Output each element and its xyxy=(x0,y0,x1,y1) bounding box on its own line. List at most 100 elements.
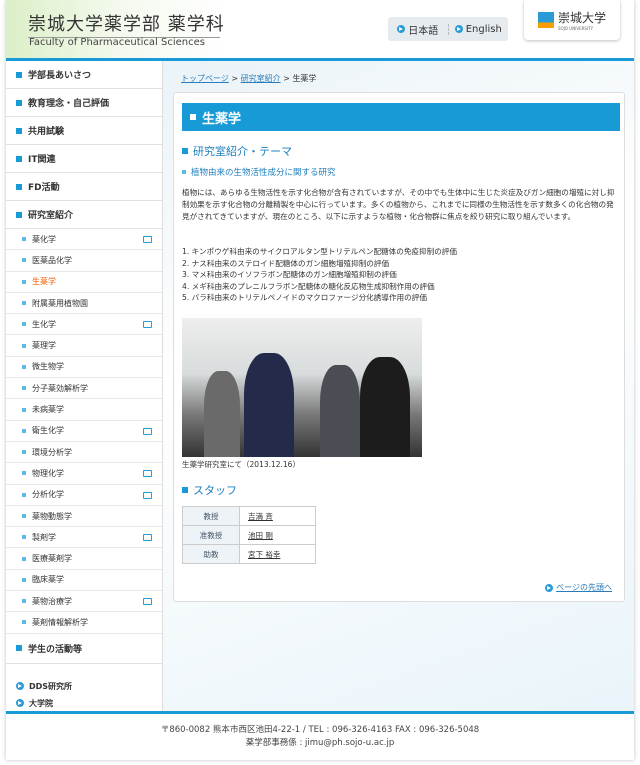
sidebar-subitem[interactable]: 環境分析学 xyxy=(6,442,162,464)
subitem-label: 薬理学 xyxy=(32,341,56,351)
site-title[interactable]: 崇城大学薬学部 薬学科 xyxy=(28,10,224,38)
sidebar-item[interactable]: 教育理念・自己評価 xyxy=(6,89,162,117)
subitem-label: 衛生化学 xyxy=(32,426,64,436)
new-window-icon xyxy=(143,236,152,243)
subitem-label: 分析化学 xyxy=(32,490,64,500)
arrow-circle-icon xyxy=(454,25,463,33)
subitem-label: 医療薬剤学 xyxy=(32,554,72,564)
header: 崇城大学薬学部 薬学科 Faculty of Pharmaceutical Sc… xyxy=(6,0,634,58)
back-to-top-label: ページの先頭へ xyxy=(556,583,612,592)
sidebar-subitem[interactable]: 製剤学 xyxy=(6,527,162,549)
research-list: 1. キンポウゲ科由来のサイクロアルタン型トリテルペン配糖体の免疫抑制の評価 2… xyxy=(182,246,620,304)
subitem-label: 環境分析学 xyxy=(32,447,72,457)
table-row: 助教 宮下 裕幸 xyxy=(182,544,316,564)
sidebar-item[interactable]: IT関連 xyxy=(6,145,162,173)
staff-role: 教授 xyxy=(182,506,240,526)
new-window-icon xyxy=(143,470,152,478)
sidebar-subitem[interactable]: 生化学 xyxy=(6,314,162,336)
new-window-icon xyxy=(143,534,152,542)
subitem-label: 薬物動態学 xyxy=(32,511,72,521)
lang-label: English xyxy=(465,23,502,35)
sidebar-item[interactable]: 研究室紹介 xyxy=(6,201,162,229)
arrow-circle-icon xyxy=(16,699,24,708)
sidebar-link-graduate[interactable]: 大学院 xyxy=(6,695,162,712)
logo-text: 崇城大学 xyxy=(557,11,606,25)
subitem-label: 分子薬効解析学 xyxy=(32,383,88,393)
photo-caption: 生薬学研究室にて（2013.12.16） xyxy=(182,460,300,469)
subitem-label: 薬剤情報解析学 xyxy=(32,617,88,627)
staff-name-cell: 宮下 裕幸 xyxy=(239,544,316,564)
sidebar-item[interactable]: 共用試験 xyxy=(6,117,162,145)
subitem-label: 製剤学 xyxy=(32,532,56,542)
sidebar-subitem[interactable]: 薬化学 xyxy=(6,229,162,251)
breadcrumb-labs[interactable]: 研究室紹介 xyxy=(241,74,281,83)
lang-japanese-link[interactable]: 日本語 xyxy=(388,22,448,37)
staff-role: 助教 xyxy=(182,544,240,564)
sidebar: 学部長あいさつ 教育理念・自己評価 共用試験 IT関連 FD活動 研究室紹介 薬化学医薬品… xyxy=(6,61,163,711)
breadcrumb: トップページ > 研究室紹介 > 生薬学 xyxy=(181,74,317,83)
sidebar-subitem[interactable]: 臨床薬学 xyxy=(6,570,162,592)
table-row: 教授 吉満 斉 xyxy=(182,506,316,526)
back-to-top-link[interactable]: ページの先頭へ xyxy=(545,582,612,593)
staff-name-link[interactable]: 吉満 斉 xyxy=(248,512,273,521)
sidebar-subitem[interactable]: 医薬品化学 xyxy=(6,250,162,272)
sidebar-subitem[interactable]: 分析化学 xyxy=(6,485,162,506)
theme-heading: 植物由来の生物活性成分に関する研究 xyxy=(182,166,336,178)
main-content: トップページ > 研究室紹介 > 生薬学 生薬学 研究室紹介・テーマ 植物由来の… xyxy=(163,61,634,711)
footer-divider xyxy=(6,711,634,714)
list-item: 4. メギ科由来のプレニルフラボン配糖体の糖化反応物生成抑制作用の評価 xyxy=(182,281,435,291)
subitem-label: 薬化学 xyxy=(32,234,56,244)
new-window-icon xyxy=(143,321,152,329)
staff-table: 教授 吉満 斉准教授 池田 剛助教 宮下 裕幸 xyxy=(182,506,316,564)
list-item: 1. キンポウゲ科由来のサイクロアルタン型トリテルペン配糖体の免疫抑制の評価 xyxy=(182,247,457,256)
sidebar-subitem[interactable]: 衛生化学 xyxy=(6,421,162,442)
sidebar-subitem[interactable]: 生薬学 xyxy=(6,272,162,293)
sidebar-item-student-activities[interactable]: 学生の活動等 xyxy=(6,634,162,664)
site-subtitle: Faculty of Pharmaceutical Sciences xyxy=(29,37,205,48)
footer-contact: 薬学部事務係 : jimu@ph.sojo-u.ac.jp xyxy=(245,738,395,748)
sidebar-subitem[interactable]: 微生物学 xyxy=(6,357,162,379)
new-window-icon xyxy=(143,598,152,606)
subitem-label: 臨床薬学 xyxy=(32,575,64,585)
arrow-up-circle-icon xyxy=(545,583,554,592)
sidebar-subitem[interactable]: 物理化学 xyxy=(6,463,162,485)
sidebar-item[interactable]: FD活動 xyxy=(6,173,162,201)
list-item: 5. バラ科由来のトリテルペノイドのマクロファージ分化誘導作用の評価 xyxy=(182,293,427,302)
breadcrumb-top[interactable]: トップページ xyxy=(181,74,229,83)
page-frame: 崇城大学薬学部 薬学科 Faculty of Pharmaceutical Sc… xyxy=(6,0,634,760)
staff-name-link[interactable]: 宮下 裕幸 xyxy=(248,550,280,559)
sidebar-subitem[interactable]: 薬剤情報解析学 xyxy=(6,612,162,634)
new-window-icon xyxy=(143,491,152,499)
subitem-label: 物理化学 xyxy=(32,468,64,478)
staff-name-cell: 吉満 斉 xyxy=(239,506,316,526)
staff-role: 准教授 xyxy=(182,525,240,545)
sidebar-subitem[interactable]: 薬物治療学 xyxy=(6,591,162,613)
subitem-label: 生化学 xyxy=(32,319,56,329)
sidebar-subitem[interactable]: 附属薬用植物園 xyxy=(6,293,162,315)
subitem-label: 生薬学 xyxy=(32,277,56,287)
footer-address: 〒860-0082 熊本市西区池田4-22-1 / TEL : 096-326-… xyxy=(160,725,480,735)
sidebar-subitem[interactable]: 医療薬剤学 xyxy=(6,548,162,570)
subitem-label: 未病薬学 xyxy=(32,405,64,415)
sidebar-subitem[interactable]: 薬物動態学 xyxy=(6,506,162,528)
sidebar-subitem[interactable]: 薬理学 xyxy=(6,335,162,357)
footer: 〒860-0082 熊本市西区池田4-22-1 / TEL : 096-326-… xyxy=(6,724,634,750)
page-title: 生薬学 xyxy=(182,103,620,131)
arrow-circle-icon xyxy=(16,682,24,691)
sidebar-subitem[interactable]: 未病薬学 xyxy=(6,399,162,421)
logo-mark-icon xyxy=(537,12,554,28)
sidebar-subitem[interactable]: 分子薬効解析学 xyxy=(6,378,162,400)
lab-photo xyxy=(182,318,422,457)
list-item: 3. マメ科由来のイソフラボン配糖体のガン細胞増殖抑制の評価 xyxy=(182,270,397,279)
section-heading-staff: スタッフ xyxy=(182,482,237,498)
lang-label: 日本語 xyxy=(408,25,439,37)
logo-subtext: SOJO UNIVERSITY xyxy=(557,26,594,31)
university-logo[interactable]: 崇城大学 SOJO UNIVERSITY xyxy=(524,0,620,40)
lang-english-link[interactable]: English xyxy=(447,23,509,35)
staff-name-link[interactable]: 池田 剛 xyxy=(248,531,273,540)
new-window-icon xyxy=(143,427,152,435)
sidebar-link-dds[interactable]: DDS研究所 xyxy=(6,678,162,695)
subitem-label: 医薬品化学 xyxy=(32,255,72,265)
sidebar-item[interactable]: 学部長あいさつ xyxy=(6,61,162,89)
arrow-circle-icon xyxy=(397,25,406,33)
